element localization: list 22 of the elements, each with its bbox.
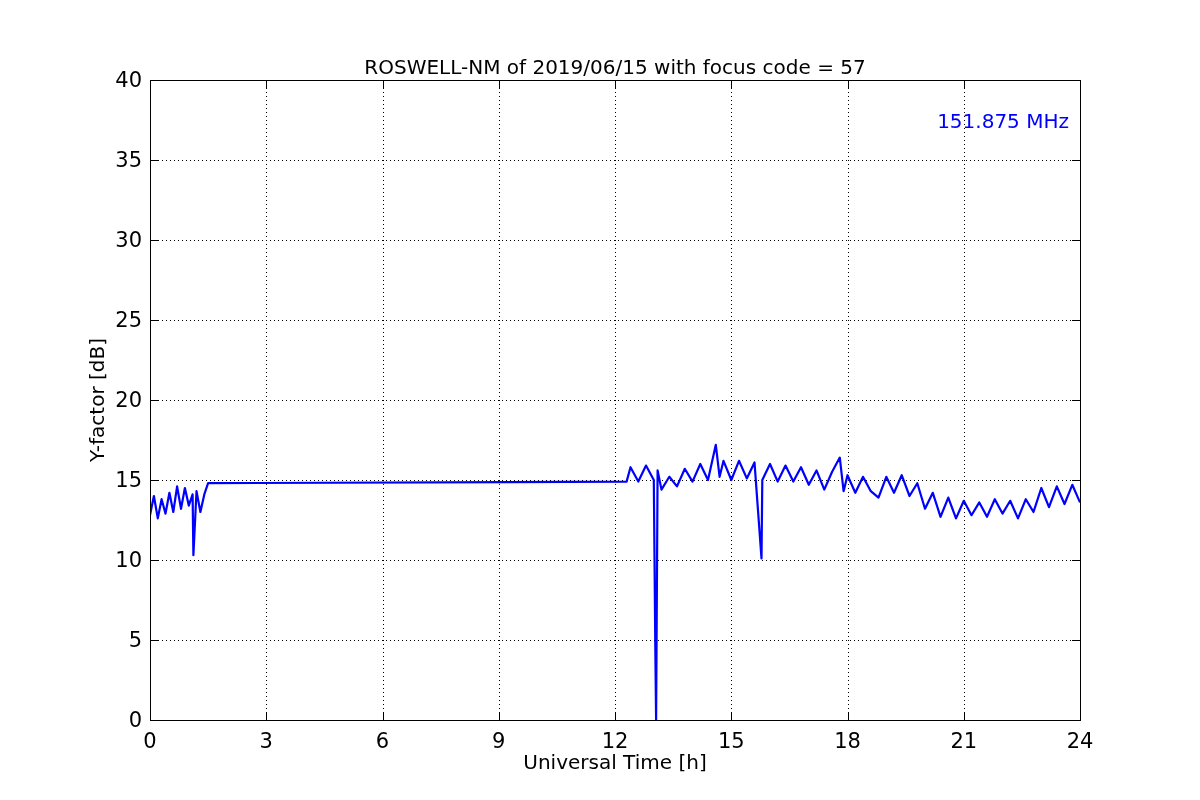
x-tick-label: 15 [717, 729, 745, 753]
x-tick-label: 24 [1066, 729, 1094, 753]
y-tick-label: 35 [115, 148, 142, 172]
x-tick-label: 18 [834, 729, 861, 753]
y-tick-label: 30 [115, 228, 142, 252]
y-tick-label: 5 [128, 628, 142, 652]
x-tick-label: 0 [143, 729, 157, 753]
y-tick-label: 40 [115, 68, 142, 92]
x-tick-label: 3 [259, 729, 273, 753]
x-tick-label: 6 [375, 729, 390, 753]
y-tick-label: 25 [115, 308, 142, 332]
x-tick-label: 21 [950, 729, 978, 753]
y-tick-label: 0 [128, 708, 142, 732]
y-tick-label: 10 [115, 548, 142, 572]
y-tick-label: 15 [115, 468, 142, 492]
y-axis-label: Y-factor [dB] [85, 338, 109, 462]
x-axis-label: Universal Time [h] [523, 750, 707, 774]
chart-title: ROSWELL-NM of 2019/06/15 with focus code = 57 [364, 55, 866, 79]
y-tick-label: 20 [115, 388, 142, 412]
x-tick-label: 12 [601, 729, 629, 753]
frequency-label: 151.875 MHz [937, 109, 1069, 133]
x-tick-label: 9 [492, 729, 506, 753]
